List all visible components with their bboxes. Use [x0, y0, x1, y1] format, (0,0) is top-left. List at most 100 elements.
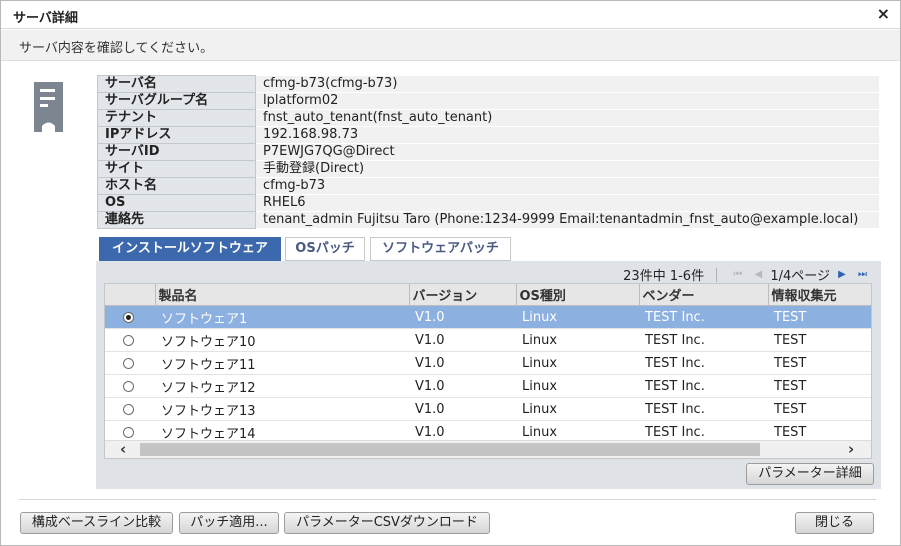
- cell-os-type: Linux: [516, 351, 639, 375]
- server-detail-dialog: サーバ詳細 × サーバ内容を確認してください。 サーバ名 cfmg-b73(cfm…: [0, 0, 901, 546]
- info-value: tenant_admin Fujitsu Taro (Phone:1234-99…: [255, 211, 879, 229]
- page-indicator: 1/4ページ: [770, 269, 831, 284]
- last-page-icon[interactable]: ⏭: [858, 269, 867, 280]
- info-row-ip-address: IPアドレス 192.168.98.73: [97, 126, 879, 144]
- row-radio-button[interactable]: [123, 334, 134, 346]
- col-vendor[interactable]: ベンダー: [639, 284, 769, 306]
- cell-product-name: ソフトウェア1: [155, 305, 409, 329]
- info-row-tenant: テナント fnst_auto_tenant(fnst_auto_tenant): [97, 109, 879, 127]
- info-label: サーバID: [97, 143, 256, 161]
- cell-source: TEST: [768, 305, 871, 329]
- cell-os-type: Linux: [516, 328, 639, 352]
- row-radio-button[interactable]: [123, 311, 134, 323]
- info-row-server-group: サーバグループ名 lplatform02: [97, 92, 879, 110]
- tab-os-patch[interactable]: OSパッチ: [285, 237, 365, 261]
- grid-body: ソフトウェア1 V1.0 Linux TEST Inc. TEST ソフトウェア10 V1.…: [105, 305, 871, 444]
- cell-product-name: ソフトウェア10: [155, 328, 409, 352]
- cell-vendor: TEST Inc.: [639, 374, 768, 398]
- cell-source: TEST: [768, 351, 871, 375]
- info-value: fnst_auto_tenant(fnst_auto_tenant): [255, 109, 879, 127]
- table-row[interactable]: ソフトウェア11 V1.0 Linux TEST Inc. TEST: [105, 351, 871, 375]
- col-product-name[interactable]: 製品名: [155, 284, 410, 306]
- info-label: ホスト名: [97, 177, 256, 195]
- pager-divider: [716, 267, 718, 282]
- info-label: サイト: [97, 160, 256, 178]
- cell-source: TEST: [768, 397, 871, 421]
- info-value: 手動登録(Direct): [255, 160, 879, 178]
- col-source[interactable]: 情報収集元: [768, 284, 871, 306]
- tab-software-patch[interactable]: ソフトウェアパッチ: [370, 237, 511, 261]
- table-row[interactable]: ソフトウェア12 V1.0 Linux TEST Inc. TEST: [105, 374, 871, 398]
- info-row-os: OS RHEL6: [97, 194, 879, 212]
- info-label: 連絡先: [97, 211, 256, 229]
- cell-vendor: TEST Inc.: [639, 397, 768, 421]
- cell-product-name: ソフトウェア11: [155, 351, 409, 375]
- first-page-icon[interactable]: ⏮: [733, 269, 742, 280]
- info-label: サーバグループ名: [97, 92, 256, 110]
- row-select-cell[interactable]: [105, 305, 155, 329]
- cell-vendor: TEST Inc.: [639, 328, 768, 352]
- col-version[interactable]: バージョン: [409, 284, 517, 306]
- row-select-cell[interactable]: [105, 374, 155, 398]
- grid-header-row: 製品名 バージョン OS種別 ベンダー 情報収集元: [105, 284, 871, 306]
- info-value: lplatform02: [255, 92, 879, 110]
- prev-page-icon[interactable]: ◀: [755, 269, 763, 280]
- server-icon: [34, 82, 63, 132]
- server-info-table: サーバ名 cfmg-b73(cfmg-b73) サーバグループ名 lplatform…: [97, 75, 879, 229]
- cell-product-name: ソフトウェア12: [155, 374, 409, 398]
- scroll-right-icon[interactable]: ›: [848, 441, 854, 458]
- col-os-type[interactable]: OS種別: [516, 284, 640, 306]
- software-panel: 23件中 1-6件 ⏮ ◀ 1/4ページ ▶ ⏭ 製品名 バージョン OS種別: [96, 261, 881, 489]
- table-row[interactable]: ソフトウェア13 V1.0 Linux TEST Inc. TEST: [105, 397, 871, 421]
- dialog-title: サーバ詳細: [13, 11, 78, 26]
- baseline-compare-button[interactable]: 構成ベースライン比較: [20, 512, 173, 534]
- software-grid: 製品名 バージョン OS種別 ベンダー 情報収集元 ソフトウェア1 V1.0 Lin…: [104, 283, 872, 459]
- cell-version: V1.0: [409, 351, 516, 375]
- info-value: RHEL6: [255, 194, 879, 212]
- cell-version: V1.0: [409, 374, 516, 398]
- row-radio-button[interactable]: [123, 426, 134, 438]
- footer-divider: [19, 499, 876, 500]
- row-select-cell[interactable]: [105, 397, 155, 421]
- info-row-server-id: サーバID P7EWJG7QG@Direct: [97, 143, 879, 161]
- cell-os-type: Linux: [516, 397, 639, 421]
- apply-patch-button[interactable]: パッチ適用...: [179, 512, 279, 534]
- horizontal-scrollbar[interactable]: ‹ ›: [105, 440, 871, 458]
- close-icon[interactable]: ×: [877, 4, 890, 23]
- pager: 23件中 1-6件 ⏮ ◀ 1/4ページ ▶ ⏭: [623, 265, 871, 284]
- tab-installed-software[interactable]: インストールソフトウェア: [99, 237, 281, 261]
- scroll-left-icon[interactable]: ‹: [120, 441, 126, 458]
- info-label: サーバ名: [97, 75, 256, 93]
- row-select-cell[interactable]: [105, 351, 155, 375]
- row-radio-button[interactable]: [123, 403, 134, 415]
- title-bar: サーバ詳細 ×: [1, 1, 900, 29]
- info-row-host-name: ホスト名 cfmg-b73: [97, 177, 879, 195]
- cell-version: V1.0: [409, 328, 516, 352]
- info-value: 192.168.98.73: [255, 126, 879, 144]
- cell-source: TEST: [768, 328, 871, 352]
- cell-version: V1.0: [409, 397, 516, 421]
- info-row-contact: 連絡先 tenant_admin Fujitsu Taro (Phone:1234…: [97, 211, 879, 229]
- table-row[interactable]: ソフトウェア10 V1.0 Linux TEST Inc. TEST: [105, 328, 871, 352]
- cell-os-type: Linux: [516, 374, 639, 398]
- cell-vendor: TEST Inc.: [639, 305, 768, 329]
- row-select-cell[interactable]: [105, 328, 155, 352]
- csv-download-button[interactable]: パラメーターCSVダウンロード: [284, 512, 490, 534]
- cell-version: V1.0: [409, 305, 516, 329]
- scrollbar-thumb[interactable]: [140, 443, 760, 456]
- table-row[interactable]: ソフトウェア1 V1.0 Linux TEST Inc. TEST: [105, 305, 871, 329]
- message-bar: サーバ内容を確認してください。: [1, 30, 900, 61]
- close-button[interactable]: 閉じる: [795, 512, 874, 534]
- row-radio-button[interactable]: [123, 357, 134, 369]
- info-value: cfmg-b73: [255, 177, 879, 195]
- cell-source: TEST: [768, 374, 871, 398]
- cell-vendor: TEST Inc.: [639, 351, 768, 375]
- info-value: P7EWJG7QG@Direct: [255, 143, 879, 161]
- info-label: テナント: [97, 109, 256, 127]
- next-page-icon[interactable]: ▶: [838, 269, 846, 280]
- info-label: OS: [97, 194, 256, 212]
- parameter-detail-button[interactable]: パラメーター詳細: [746, 463, 874, 485]
- info-value: cfmg-b73(cfmg-b73): [255, 75, 879, 93]
- result-count: 23件中 1-6件: [623, 269, 705, 284]
- row-radio-button[interactable]: [123, 380, 134, 392]
